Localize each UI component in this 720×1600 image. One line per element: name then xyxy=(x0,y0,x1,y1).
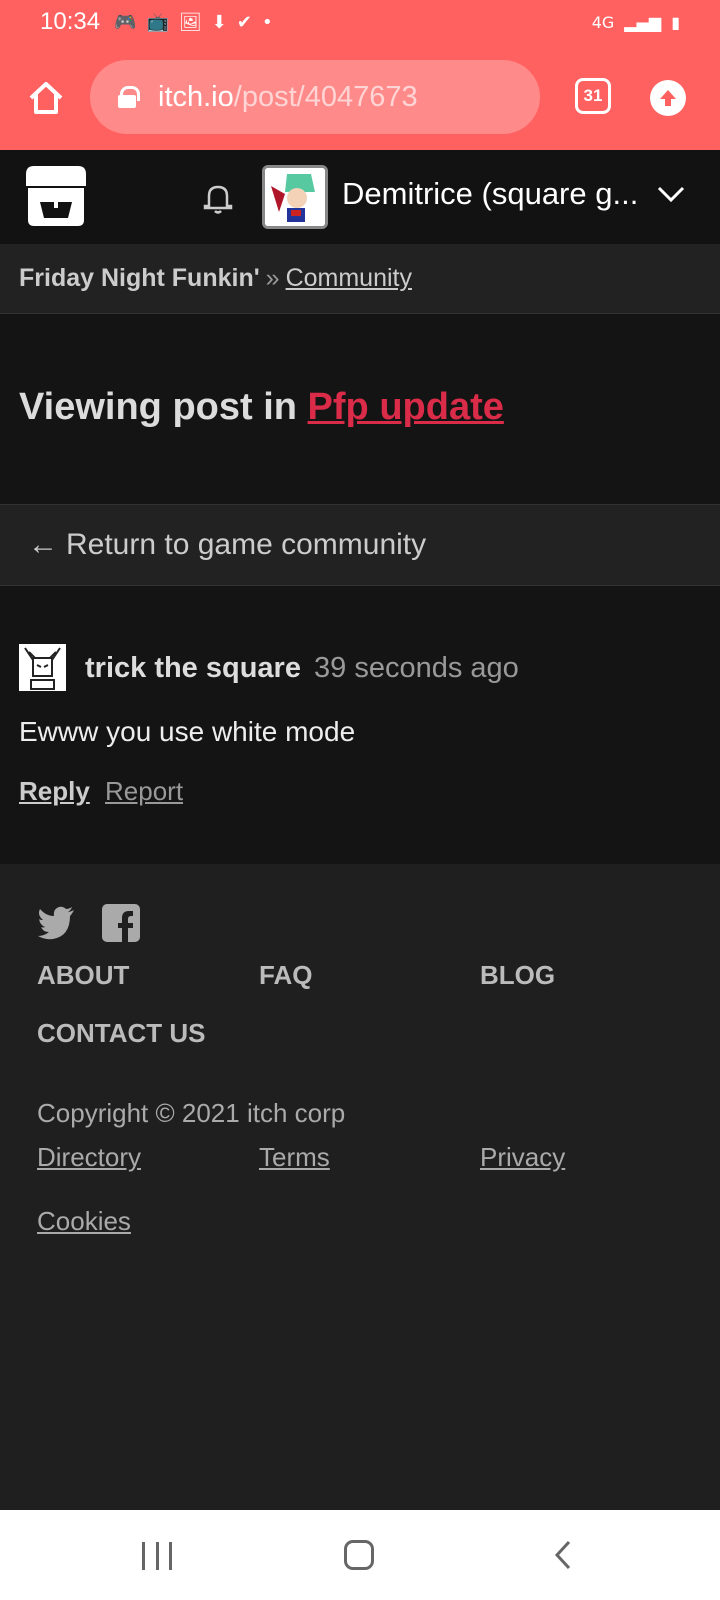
battery-icon: ▮ xyxy=(671,12,680,32)
post-timestamp[interactable]: 39 seconds ago xyxy=(314,652,519,685)
status-bar: 10:34 🎮 📺 🖼 ⬇ ✔ • 4G ▂▄▆ ▮ xyxy=(0,0,720,44)
upload-icon[interactable] xyxy=(650,80,686,116)
footer-faq-link[interactable]: FAQ xyxy=(259,960,312,991)
image-icon: 🖼 xyxy=(178,11,202,33)
tv-icon: 📺 xyxy=(146,11,169,33)
post-avatar[interactable] xyxy=(19,644,66,691)
footer-about-link[interactable]: ABOUT xyxy=(37,960,129,991)
footer-contact-link[interactable]: CONTACT US xyxy=(37,1018,206,1049)
home-nav-icon[interactable] xyxy=(344,1540,374,1570)
facebook-icon[interactable] xyxy=(102,904,140,942)
footer-directory-link[interactable]: Directory xyxy=(37,1142,141,1173)
itch-logo-icon[interactable] xyxy=(20,164,92,230)
page-title-prefix: Viewing post in xyxy=(19,386,308,428)
browser-toolbar: itch.io/post/4047673 31 xyxy=(0,44,720,150)
post: trick the square 39 seconds ago Ewww you… xyxy=(0,586,720,864)
bell-icon[interactable] xyxy=(200,180,236,216)
chevron-down-icon[interactable] xyxy=(656,182,686,206)
arrow-left-icon: ← xyxy=(28,528,58,561)
lock-icon xyxy=(118,86,140,108)
game-icon: 🎮 xyxy=(114,11,137,33)
breadcrumb-separator: » xyxy=(265,264,280,292)
twitter-icon[interactable] xyxy=(37,906,75,940)
footer: ABOUT FAQ BLOG CONTACT US Copyright © 20… xyxy=(0,864,720,1510)
copyright-text: Copyright © 2021 itch corp xyxy=(37,1098,346,1128)
footer-cookies-link[interactable]: Cookies xyxy=(37,1206,131,1237)
reply-link[interactable]: Reply xyxy=(19,776,90,807)
return-to-community-link[interactable]: ← Return to game community xyxy=(0,504,720,586)
return-label: Return to game community xyxy=(66,528,427,561)
footer-terms-link[interactable]: Terms xyxy=(259,1142,330,1173)
url-host: itch.io xyxy=(158,80,234,113)
site-header: Demitrice (square g... xyxy=(0,150,720,244)
title-section: Viewing post in Pfp update xyxy=(0,314,720,504)
post-body: Ewww you use white mode xyxy=(19,716,356,747)
address-bar[interactable]: itch.io/post/4047673 xyxy=(90,60,540,134)
network-type: 4G xyxy=(591,12,615,32)
signal-icon: ▂▄▆ xyxy=(624,12,662,32)
breadcrumb: Friday Night Funkin' » Community xyxy=(0,244,720,314)
breadcrumb-community-link[interactable]: Community xyxy=(286,264,412,293)
tab-switcher-button[interactable]: 31 xyxy=(575,78,611,114)
status-system-icons: 4G ▂▄▆ ▮ xyxy=(592,13,680,32)
footer-blog-link[interactable]: BLOG xyxy=(480,960,555,991)
post-author[interactable]: trick the square xyxy=(85,652,301,685)
report-link[interactable]: Report xyxy=(105,776,183,807)
status-notification-icons: 🎮 📺 🖼 ⬇ ✔ • xyxy=(114,12,273,33)
home-icon[interactable] xyxy=(26,78,66,118)
recents-icon[interactable] xyxy=(142,1542,172,1570)
avatar[interactable] xyxy=(262,165,328,229)
system-navigation-bar xyxy=(0,1510,720,1600)
topic-link[interactable]: Pfp update xyxy=(308,386,504,428)
footer-privacy-link[interactable]: Privacy xyxy=(480,1142,565,1173)
download-icon: ⬇ xyxy=(211,11,227,33)
status-time: 10:34 xyxy=(40,8,101,35)
check-icon: ✔ xyxy=(236,11,252,33)
breadcrumb-game-link[interactable]: Friday Night Funkin' xyxy=(19,264,260,293)
back-icon[interactable] xyxy=(553,1540,573,1570)
url-path: /post/4047673 xyxy=(233,80,418,113)
page-title: Viewing post in Pfp update xyxy=(19,386,504,429)
dot-icon: • xyxy=(261,11,273,33)
user-name[interactable]: Demitrice (square g... xyxy=(342,176,638,212)
